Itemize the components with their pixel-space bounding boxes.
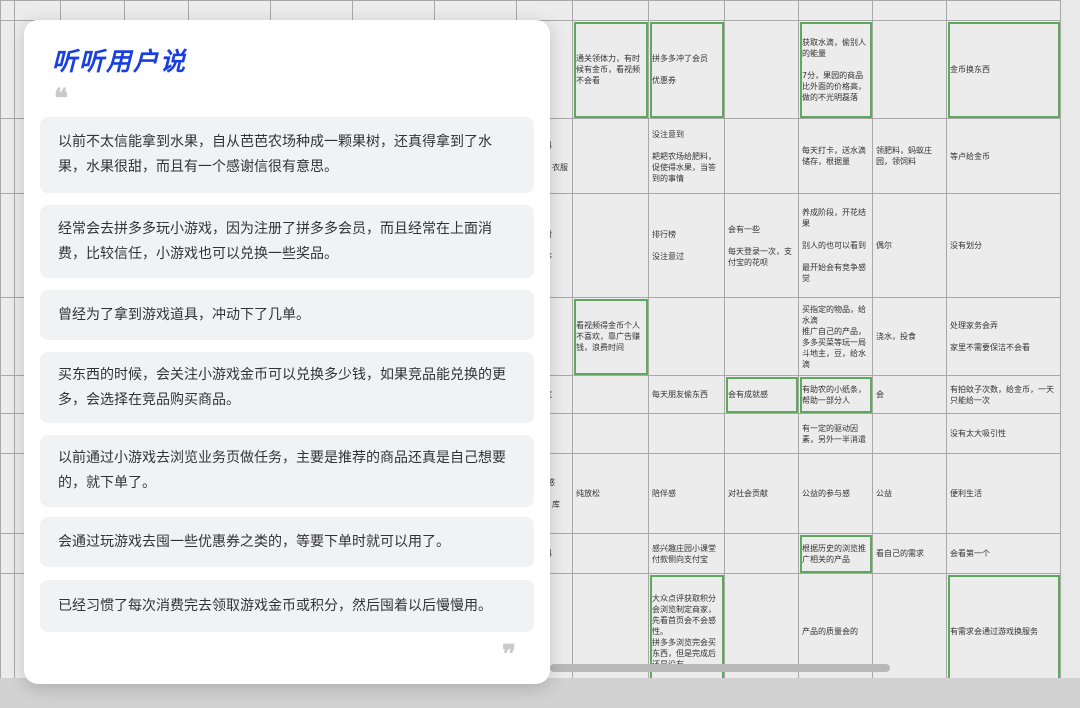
sheet-cell: 金币换东西 [946, 20, 1061, 119]
sheet-cell: 拼多多冲了会员 优惠券 [648, 20, 725, 119]
sheet-cell [14, 0, 61, 21]
sheet-cell: 大众点评获取积分会浏览制定商家，先看首页会不会感性。 拼多多浏览完会买东西，但是… [648, 573, 725, 690]
sheet-cell [724, 118, 799, 194]
sheet-cell [0, 297, 15, 376]
sheet-cell [872, 573, 947, 690]
sheet-cell: 有助农的小纸条，帮助一部分人 [798, 375, 873, 414]
feedback-item: 以前通过小游戏去浏览业务页做任务，主要是推荐的商品还真是自己想要的，就下单了。 [40, 435, 534, 507]
sheet-cell: 公益 [872, 453, 947, 534]
sheet-cell [572, 533, 649, 574]
sheet-cell [0, 573, 15, 690]
sheet-cell: 会 [872, 375, 947, 414]
open-quote-icon: ❝ [54, 84, 68, 114]
sheet-cell [724, 533, 799, 574]
sheet-cell [0, 453, 15, 534]
card-title: 听听用户说 [52, 47, 188, 76]
sheet-row [0, 0, 1061, 21]
sheet-cell [724, 20, 799, 119]
sheet-cell [724, 0, 799, 21]
sheet-cell [572, 573, 649, 690]
sheet-cell: 根据历史的浏览推广相关的产品 [798, 533, 873, 574]
sheet-cell: 通关领体力，有时候有金币，看视频不会看 [572, 20, 649, 119]
sheet-cell: 产品的质量会的 [798, 573, 873, 690]
sheet-cell: 处理家务会弄 家里不需要保洁不会看 [946, 297, 1061, 376]
sheet-cell [872, 413, 947, 454]
sheet-cell: 会看第一个 [946, 533, 1061, 574]
sheet-cell [0, 533, 15, 574]
sheet-cell [798, 0, 873, 21]
horizontal-scrollbar[interactable] [550, 664, 890, 672]
sheet-cell [0, 20, 15, 119]
sheet-cell: 便利生活 [946, 453, 1061, 534]
sheet-cell [516, 0, 573, 21]
sheet-cell: 每天朋友偷东西 [648, 375, 725, 414]
sheet-cell: 有拍蚊子次数，给金币，一天只能给一次 [946, 375, 1061, 414]
sheet-cell: 感兴趣庄园小课堂 付款侧向支付宝 [648, 533, 725, 574]
sheet-cell: 偶尔 [872, 193, 947, 298]
sheet-cell: 没有太大吸引性 [946, 413, 1061, 454]
sheet-cell: 每天打卡，送水滴 储存，根据量 [798, 118, 873, 194]
feedback-item: 买东西的时候，会关注小游戏金币可以兑换多少钱，如果竞品能兑换的更多，会选择在竞品… [40, 352, 534, 423]
sheet-cell [724, 297, 799, 376]
feedback-item: 已经习惯了每次消费完去领取游戏金币或积分，然后囤着以后慢慢用。 [40, 580, 534, 632]
sheet-cell: 有需求会通过游戏换服务 [946, 573, 1061, 690]
sheet-cell [648, 413, 725, 454]
sheet-cell: 买指定的物品，给水滴 推广自己的产品，多多买菜等玩一局斗地主，豆，给水滴 [798, 297, 873, 376]
sheet-cell: 公益的参与感 [798, 453, 873, 534]
sheet-cell: 排行榜 没注意过 [648, 193, 725, 298]
sheet-cell [270, 0, 353, 21]
feedback-item: 经常会去拼多多玩小游戏，因为注册了拼多多会员，而且经常在上面消费，比较信任，小游… [40, 205, 534, 278]
sheet-cell: 看视频得金币个人不喜欢，靠广告赚钱，浪费时间 [572, 297, 649, 376]
feedback-item: 会通过玩游戏去囤一些优惠券之类的，等要下单时就可以用了。 [40, 517, 534, 567]
sheet-cell: 纯放松 [572, 453, 649, 534]
sheet-cell [0, 118, 15, 194]
sheet-cell [946, 0, 1061, 21]
sheet-cell: 看自己的需求 [872, 533, 947, 574]
sheet-cell [648, 0, 725, 21]
sheet-cell: 对社会贡献 [724, 453, 799, 534]
sheet-cell [872, 20, 947, 119]
sheet-cell: 没有划分 [946, 193, 1061, 298]
sheet-cell [60, 0, 125, 21]
close-quote-icon: ❞ [502, 640, 516, 670]
sheet-cell [572, 413, 649, 454]
sheet-cell [0, 0, 15, 21]
sheet-cell [872, 0, 947, 21]
sheet-cell: 没注意到 耙耙农场给肥料，促使得水果，当答到的事情 [648, 118, 725, 194]
sheet-cell: 会有一些 每天登录一次，支付宝的花呗 [724, 193, 799, 298]
sheet-cell [648, 297, 725, 376]
sheet-cell [572, 0, 649, 21]
sheet-cell: 领肥料，蚂蚁庄园，领饲料 [872, 118, 947, 194]
sheet-cell: 浇水，投食 [872, 297, 947, 376]
sheet-cell [0, 375, 15, 414]
sheet-cell [124, 0, 189, 21]
sheet-cell: 会有成就感 [724, 375, 799, 414]
feedback-item: 以前不太信能拿到水果，自从芭芭农场种成一颗果树，还真得拿到了水果，水果很甜，而且… [40, 117, 534, 193]
feedback-item: 曾经为了拿到游戏道具，冲动下了几单。 [40, 290, 534, 340]
sheet-cell [724, 413, 799, 454]
sheet-cell: 有一定的驱动因素，另外一半消遣 [798, 413, 873, 454]
sheet-cell [0, 193, 15, 298]
sheet-cell [188, 0, 271, 21]
sheet-cell: 陪伴感 [648, 453, 725, 534]
sheet-cell [352, 0, 435, 21]
sheet-cell: 养成阶段，开花结果 别人的也可以看到 最开始会有竞争感觉 [798, 193, 873, 298]
sheet-cell [572, 193, 649, 298]
sheet-cell: 获取水滴，偷别人的能量 7分，果园的商品比外面的价格高，做的不光明磊落 [798, 20, 873, 119]
sheet-cell [572, 375, 649, 414]
user-feedback-card: 听听用户说 ❝ 以前不太信能拿到水果，自从芭芭农场种成一颗果树，还真得拿到了水果… [24, 20, 550, 684]
sheet-cell [572, 118, 649, 194]
sheet-cell: 等卢给金币 [946, 118, 1061, 194]
sheet-cell [0, 413, 15, 454]
sheet-cell [724, 573, 799, 690]
sheet-cell [434, 0, 517, 21]
